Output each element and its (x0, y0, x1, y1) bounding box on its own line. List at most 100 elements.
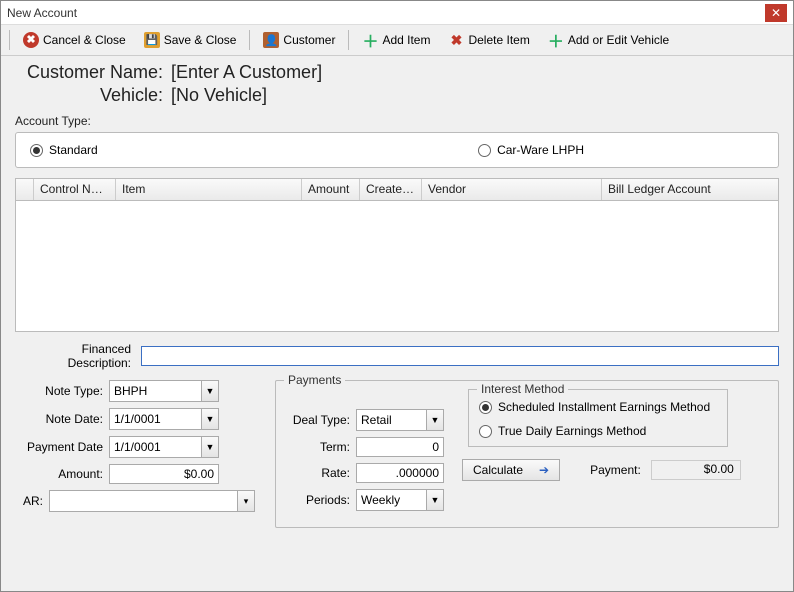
save-icon: 💾 (144, 32, 160, 48)
payments-legend: Payments (284, 373, 345, 387)
add-vehicle-label: Add or Edit Vehicle (568, 33, 669, 47)
periods-combo[interactable]: ▼ (356, 489, 444, 511)
col-control-num[interactable]: Control Num… (34, 179, 116, 200)
account-type-label: Account Type: (15, 114, 779, 128)
titlebar: New Account ✕ (1, 1, 793, 25)
radio-icon (30, 144, 43, 157)
note-date-combo[interactable]: ▼ (109, 408, 219, 430)
financed-description-row: Financed Description: (15, 342, 779, 370)
col-amount[interactable]: Amount (302, 179, 360, 200)
note-date-label: Note Date: (15, 412, 109, 426)
financed-description-input[interactable] (141, 346, 779, 366)
amount-input[interactable] (109, 464, 219, 484)
radio-carware[interactable]: Car-Ware LHPH (478, 143, 584, 157)
note-form: Note Type: ▼ Note Date: ▼ Payment Date (15, 380, 255, 528)
add-item-button[interactable]: ＋ Add Item (355, 29, 437, 51)
chevron-down-icon[interactable]: ▼ (426, 409, 444, 431)
payment-date-combo[interactable]: ▼ (109, 436, 219, 458)
chevron-down-icon[interactable]: ▼ (201, 380, 219, 402)
radio-scheduled-label: Scheduled Installment Earnings Method (498, 400, 710, 414)
payments-left: Deal Type: ▼ Term: Rate: (286, 389, 456, 517)
close-icon: ✕ (771, 6, 781, 20)
note-type-label: Note Type: (15, 384, 109, 398)
calculate-label: Calculate (473, 463, 523, 477)
window: New Account ✕ ✖ Cancel & Close 💾 Save & … (0, 0, 794, 592)
customer-name-label: Customer Name: (15, 62, 171, 83)
delete-item-button[interactable]: ✖ Delete Item (441, 29, 536, 51)
payment-value: $0.00 (651, 460, 741, 480)
content-area: Customer Name: [Enter A Customer] Vehicl… (1, 56, 793, 591)
toolbar-separator (249, 30, 250, 50)
term-label: Term: (286, 440, 356, 454)
note-date-input[interactable] (109, 408, 201, 430)
save-close-button[interactable]: 💾 Save & Close (137, 29, 244, 51)
col-create-bill[interactable]: Create Bill (360, 179, 422, 200)
payment-label: Payment: (590, 463, 641, 477)
header-vehicle-row: Vehicle: [No Vehicle] (15, 85, 779, 106)
payments-right: Interest Method Scheduled Installment Ea… (462, 389, 768, 517)
grid-row-selector-header[interactable] (16, 179, 34, 200)
radio-true-daily-label: True Daily Earnings Method (498, 424, 646, 438)
deal-type-combo[interactable]: ▼ (356, 409, 444, 431)
plus-icon: ＋ (548, 32, 564, 48)
col-bill-ledger[interactable]: Bill Ledger Account (602, 179, 778, 200)
account-type-group: Standard Car-Ware LHPH (15, 132, 779, 168)
items-grid[interactable]: Control Num… Item Amount Create Bill Ven… (15, 178, 779, 332)
delete-item-label: Delete Item (468, 33, 529, 47)
term-input[interactable] (356, 437, 444, 457)
customer-label: Customer (283, 33, 335, 47)
window-title: New Account (7, 6, 77, 20)
grid-body[interactable] (16, 201, 778, 331)
x-icon: ✖ (448, 32, 464, 48)
financed-description-label: Financed Description: (15, 342, 135, 370)
toolbar-separator (9, 30, 10, 50)
payment-date-label: Payment Date (15, 440, 109, 454)
ar-combo[interactable]: ▾ (49, 490, 255, 512)
note-type-combo[interactable]: ▼ (109, 380, 219, 402)
chevron-down-icon[interactable]: ▼ (426, 489, 444, 511)
customer-name-value: [Enter A Customer] (171, 62, 322, 83)
chevron-down-icon[interactable]: ▼ (201, 436, 219, 458)
close-button[interactable]: ✕ (765, 4, 787, 22)
interest-method-legend: Interest Method (477, 382, 568, 396)
col-item[interactable]: Item (116, 179, 302, 200)
calculate-button[interactable]: Calculate ➔ (462, 459, 560, 481)
note-type-input[interactable] (109, 380, 201, 402)
chevron-down-icon[interactable]: ▾ (237, 490, 255, 512)
add-edit-vehicle-button[interactable]: ＋ Add or Edit Vehicle (541, 29, 676, 51)
arrow-right-icon: ➔ (539, 463, 549, 477)
radio-icon (478, 144, 491, 157)
col-vendor[interactable]: Vendor (422, 179, 602, 200)
customer-button[interactable]: 👤 Customer (256, 29, 342, 51)
customer-icon: 👤 (263, 32, 279, 48)
vehicle-label: Vehicle: (15, 85, 171, 106)
payments-fieldset: Payments Deal Type: ▼ Term: (275, 380, 779, 528)
ar-label: AR: (15, 494, 49, 508)
rate-label: Rate: (286, 466, 356, 480)
radio-true-daily[interactable]: True Daily Earnings Method (479, 424, 717, 438)
bottom-section: Note Type: ▼ Note Date: ▼ Payment Date (15, 380, 779, 528)
radio-scheduled[interactable]: Scheduled Installment Earnings Method (479, 400, 717, 414)
rate-input[interactable] (356, 463, 444, 483)
chevron-down-icon[interactable]: ▼ (201, 408, 219, 430)
ar-input[interactable] (49, 490, 237, 512)
cancel-close-button[interactable]: ✖ Cancel & Close (16, 29, 133, 51)
periods-input[interactable] (356, 489, 426, 511)
amount-label: Amount: (15, 467, 109, 481)
grid-header: Control Num… Item Amount Create Bill Ven… (16, 179, 778, 201)
save-close-label: Save & Close (164, 33, 237, 47)
radio-standard-label: Standard (49, 143, 98, 157)
radio-icon (479, 401, 492, 414)
vehicle-value: [No Vehicle] (171, 85, 267, 106)
radio-standard[interactable]: Standard (30, 143, 98, 157)
cancel-icon: ✖ (23, 32, 39, 48)
plus-icon: ＋ (362, 32, 378, 48)
radio-carware-label: Car-Ware LHPH (497, 143, 584, 157)
calculate-row: Calculate ➔ Payment: $0.00 (462, 459, 768, 481)
header-customer-row: Customer Name: [Enter A Customer] (15, 62, 779, 83)
payment-date-input[interactable] (109, 436, 201, 458)
add-item-label: Add Item (382, 33, 430, 47)
deal-type-input[interactable] (356, 409, 426, 431)
toolbar: ✖ Cancel & Close 💾 Save & Close 👤 Custom… (1, 25, 793, 56)
interest-method-group: Interest Method Scheduled Installment Ea… (468, 389, 728, 447)
